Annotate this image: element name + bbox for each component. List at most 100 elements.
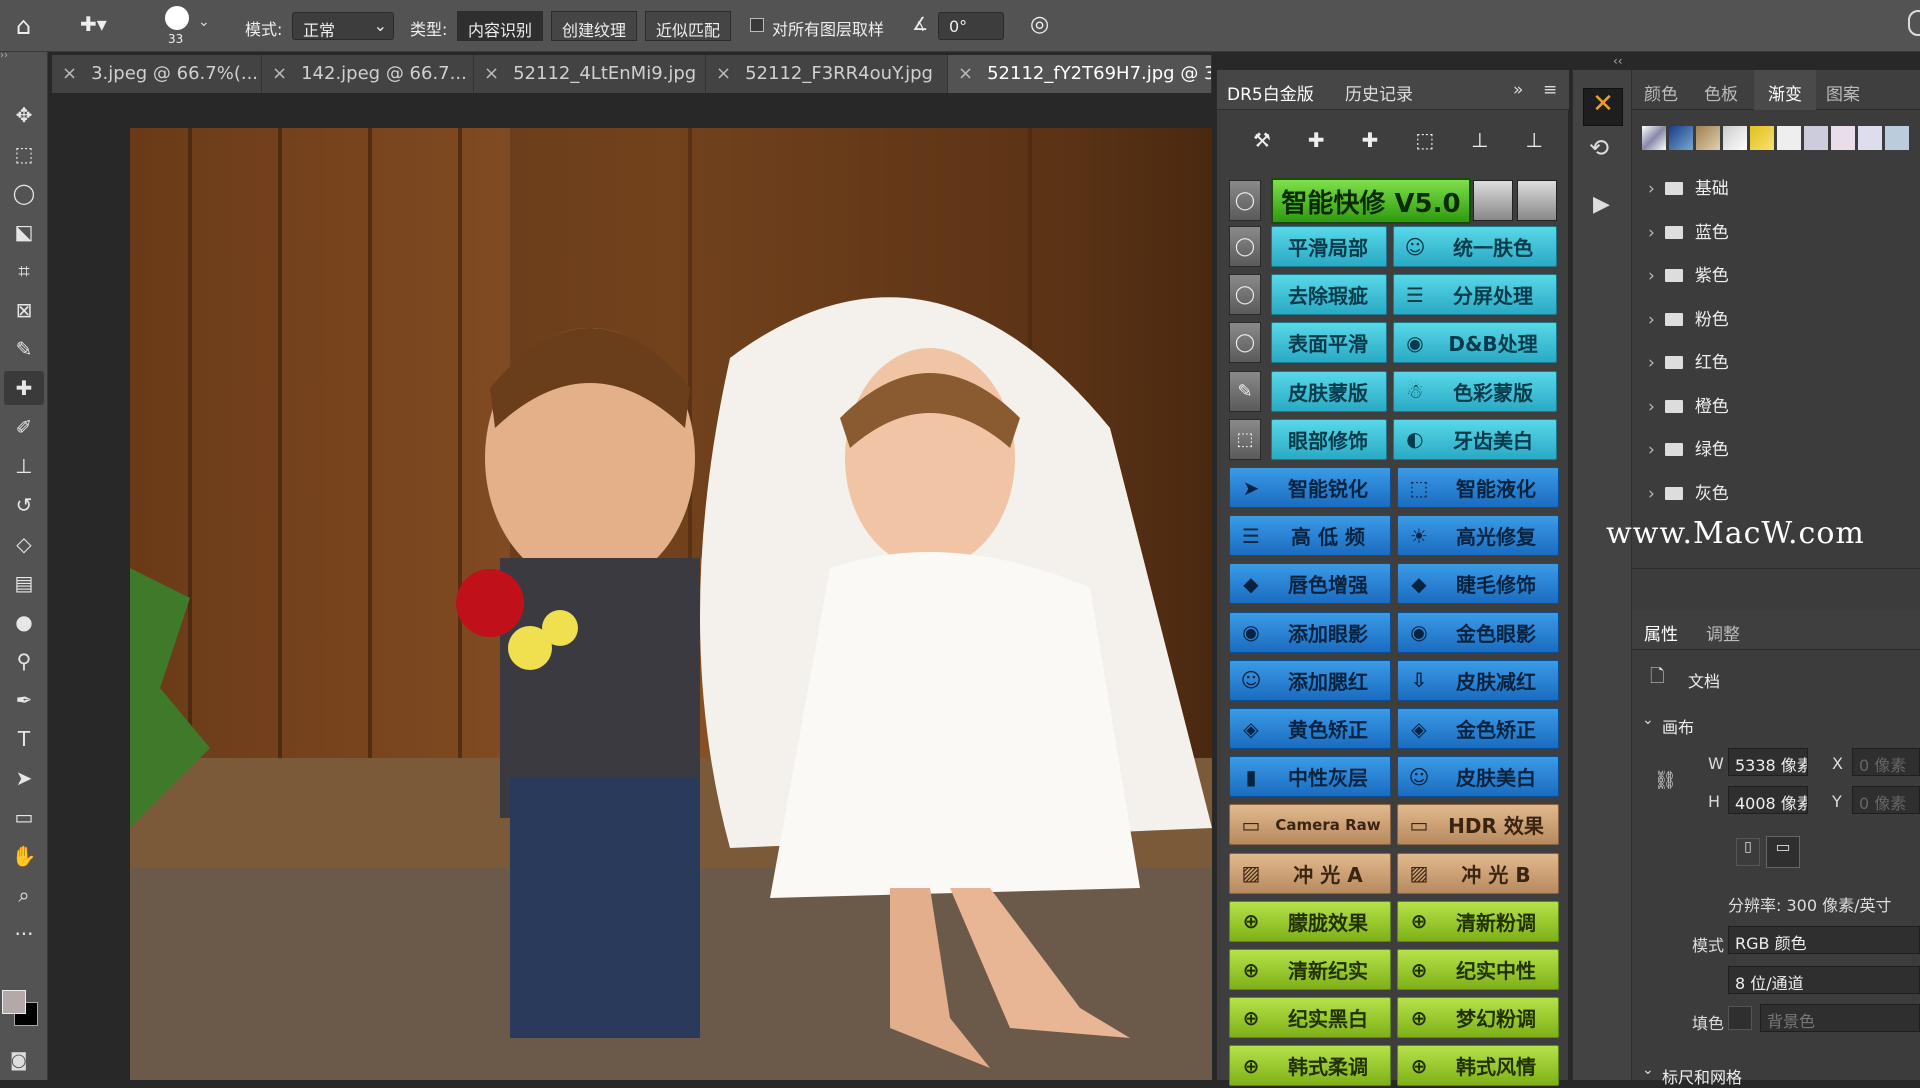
collapse-icon[interactable]: ›› — [0, 50, 8, 61]
width-input[interactable]: 5338 像素 — [1728, 748, 1808, 776]
dr5-action-button[interactable]: ⊕ 纪实中性 — [1397, 949, 1559, 990]
fill-select[interactable]: 背景色 — [1760, 1004, 1920, 1032]
gradient-tool-icon[interactable]: ▤ — [4, 566, 44, 600]
chevron-down-icon[interactable]: ⌄ — [1642, 712, 1654, 728]
object-select-tool-icon[interactable]: ⬕ — [4, 215, 44, 249]
tool-6-icon[interactable]: ⊥ — [1526, 128, 1543, 158]
dr5-action-button[interactable]: ◐ 牙齿美白 — [1393, 418, 1557, 460]
panel-expand-icon[interactable]: » — [1513, 80, 1523, 100]
close-icon[interactable]: × — [958, 63, 973, 84]
close-icon[interactable]: × — [62, 63, 77, 84]
document-photo[interactable] — [130, 128, 1212, 1080]
tab-properties[interactable]: 属性 — [1644, 620, 1678, 645]
gradient-swatch[interactable] — [1723, 126, 1747, 150]
dr5-action-button[interactable]: ⊕ 朦胧效果 — [1229, 900, 1391, 942]
gradient-folder[interactable]: › 粉色 — [1648, 305, 1729, 330]
gradient-swatch[interactable] — [1885, 126, 1909, 150]
crop-tool-icon[interactable]: ⌗ — [4, 254, 44, 288]
gradient-swatch[interactable] — [1669, 126, 1693, 150]
home-icon[interactable]: ⌂ — [16, 12, 44, 40]
gradient-folder[interactable]: › 绿色 — [1648, 435, 1729, 460]
smart-quick-fix-button[interactable]: 智能快修 V5.0 — [1271, 178, 1471, 224]
dr5-action-button[interactable]: ▮ 中性灰层 — [1229, 756, 1391, 798]
eraser-tool-icon[interactable]: ◇ — [4, 527, 44, 561]
dr5-action-button[interactable]: ⊕ 清新纪实 — [1229, 949, 1391, 990]
healing-brush-tool-icon[interactable]: ✚ — [4, 371, 44, 405]
tool-side-icon[interactable]: ◯ — [1229, 226, 1261, 267]
collapse-icon[interactable]: ‹‹ — [1613, 54, 1623, 68]
stamp-tool-icon[interactable]: ⊥ — [4, 449, 44, 483]
dr5-action-button[interactable]: ◉ D&B处理 — [1393, 322, 1557, 364]
tab-dr5[interactable]: DR5白金版 — [1227, 80, 1314, 105]
tab-doc-3[interactable]: × 52112_4LtEnMi9.jpg — [474, 55, 706, 93]
fill-swatch[interactable] — [1728, 1006, 1752, 1030]
dr5-action-button[interactable]: 去除瑕疵 — [1271, 274, 1387, 316]
angle-input[interactable]: 0° — [938, 12, 1004, 40]
link-icon[interactable]: ⛓ — [1654, 770, 1677, 791]
dr5-action-button[interactable]: 表面平滑 — [1271, 322, 1387, 364]
type-create-texture-button[interactable]: 创建纹理 — [551, 11, 638, 41]
dr5-action-button[interactable]: ⊕ 韩式柔调 — [1229, 1045, 1391, 1087]
height-input[interactable]: 4008 像素 — [1728, 786, 1808, 814]
dr5-action-button[interactable]: ⇩ 皮肤减红 — [1397, 659, 1559, 701]
tool-side-icon[interactable]: ⬚ — [1229, 418, 1261, 460]
play-icon[interactable]: ▶ — [1593, 192, 1610, 217]
close-icon[interactable]: × — [716, 63, 731, 84]
dr5-action-button[interactable]: ◉ 金色眼影 — [1397, 611, 1559, 653]
dr5-action-button[interactable]: ⊕ 清新粉调 — [1397, 900, 1559, 942]
tool-2-icon[interactable]: ✚ — [1308, 128, 1325, 158]
gradient-folder[interactable]: › 橙色 — [1648, 392, 1729, 417]
dr5-action-button[interactable]: ⊕ 纪实黑白 — [1229, 997, 1391, 1039]
chevron-down-icon[interactable]: ⌄ — [1642, 1062, 1654, 1078]
dr5-action-button[interactable]: ⬚ 智能液化 — [1397, 467, 1559, 508]
tool-5-icon[interactable]: ⊥ — [1471, 128, 1488, 158]
type-content-aware-button[interactable]: 内容识别 — [457, 11, 544, 41]
dr5-action-button[interactable]: ▨ 冲 光 A — [1229, 852, 1391, 894]
pen-tool-icon[interactable]: ✒ — [4, 683, 44, 717]
dr5-action-button[interactable]: ▭ HDR 效果 — [1397, 804, 1559, 846]
eyedropper-tool-icon[interactable]: ✎ — [4, 332, 44, 366]
mode-select[interactable]: RGB 颜色 — [1728, 926, 1920, 954]
dr5-action-button[interactable]: ⊕ 韩式风情 — [1397, 1045, 1559, 1087]
sample-all-checkbox[interactable] — [750, 18, 764, 32]
close-icon[interactable]: × — [272, 63, 287, 84]
dr5-action-button[interactable]: ➤ 智能锐化 — [1229, 467, 1391, 508]
frame-tool-icon[interactable]: ⊠ — [4, 293, 44, 327]
dr5-action-button[interactable]: ◉ 添加眼影 — [1229, 611, 1391, 653]
landscape-icon[interactable]: ▭ — [1766, 836, 1800, 868]
dr5-action-button[interactable]: ◈ 黄色矫正 — [1229, 708, 1391, 749]
panel-expand-icon[interactable] — [1908, 10, 1920, 36]
gradient-swatch[interactable] — [1777, 126, 1801, 150]
tool-4-icon[interactable]: ⬚ — [1415, 128, 1434, 158]
gradient-swatch[interactable] — [1696, 126, 1720, 150]
gradient-swatch[interactable] — [1750, 126, 1774, 150]
gradient-folder[interactable]: › 基础 — [1648, 174, 1729, 199]
healing-brush-preset-icon[interactable]: ✚▾ — [80, 12, 107, 36]
tab-adjustments[interactable]: 调整 — [1706, 620, 1740, 645]
close-icon[interactable]: × — [484, 63, 499, 84]
history-panel-icon[interactable]: ⟲ — [1589, 134, 1609, 162]
tab-history[interactable]: 历史记录 — [1345, 80, 1413, 105]
dr5-action-button[interactable]: ☺ 统一肤色 — [1393, 226, 1557, 267]
dr5-action-button[interactable]: ◆ 睫毛修饰 — [1397, 563, 1559, 605]
portrait-icon[interactable]: ▯ — [1736, 838, 1760, 866]
brush-dropdown-icon[interactable]: ⌄ — [198, 14, 210, 30]
gradient-swatch[interactable] — [1642, 126, 1666, 150]
dr5-action-button[interactable]: ☰ 高 低 频 — [1229, 515, 1391, 557]
tool-side-icon[interactable]: ✎ — [1229, 370, 1261, 412]
tool-side-icon[interactable]: ◯ — [1229, 322, 1261, 364]
tab-gradients[interactable]: 渐变 — [1754, 70, 1816, 110]
brush-tool-icon[interactable]: ✐ — [4, 410, 44, 444]
tool-side-icon[interactable]: ◯ — [1229, 274, 1261, 316]
tool-1-icon[interactable]: ⚒ — [1253, 128, 1271, 158]
dr5-action-button[interactable]: ⊕ 梦幻粉调 — [1397, 997, 1559, 1039]
tab-swatches[interactable]: 色板 — [1704, 80, 1738, 105]
dr5-action-button[interactable]: ▨ 冲 光 B — [1397, 852, 1559, 894]
bit-depth-select[interactable]: 8 位/通道 — [1728, 966, 1920, 994]
dr5-action-button[interactable]: ☺ 添加腮红 — [1229, 659, 1391, 701]
dr5-action-button[interactable]: 眼部修饰 — [1271, 418, 1387, 460]
brush-preview-icon[interactable] — [165, 6, 189, 30]
tab-doc-1[interactable]: × 3.jpeg @ 66.7%(... — [52, 55, 262, 93]
dr5-action-button[interactable]: ☃ 色彩蒙版 — [1393, 370, 1557, 412]
history-brush-tool-icon[interactable]: ↺ — [4, 488, 44, 522]
